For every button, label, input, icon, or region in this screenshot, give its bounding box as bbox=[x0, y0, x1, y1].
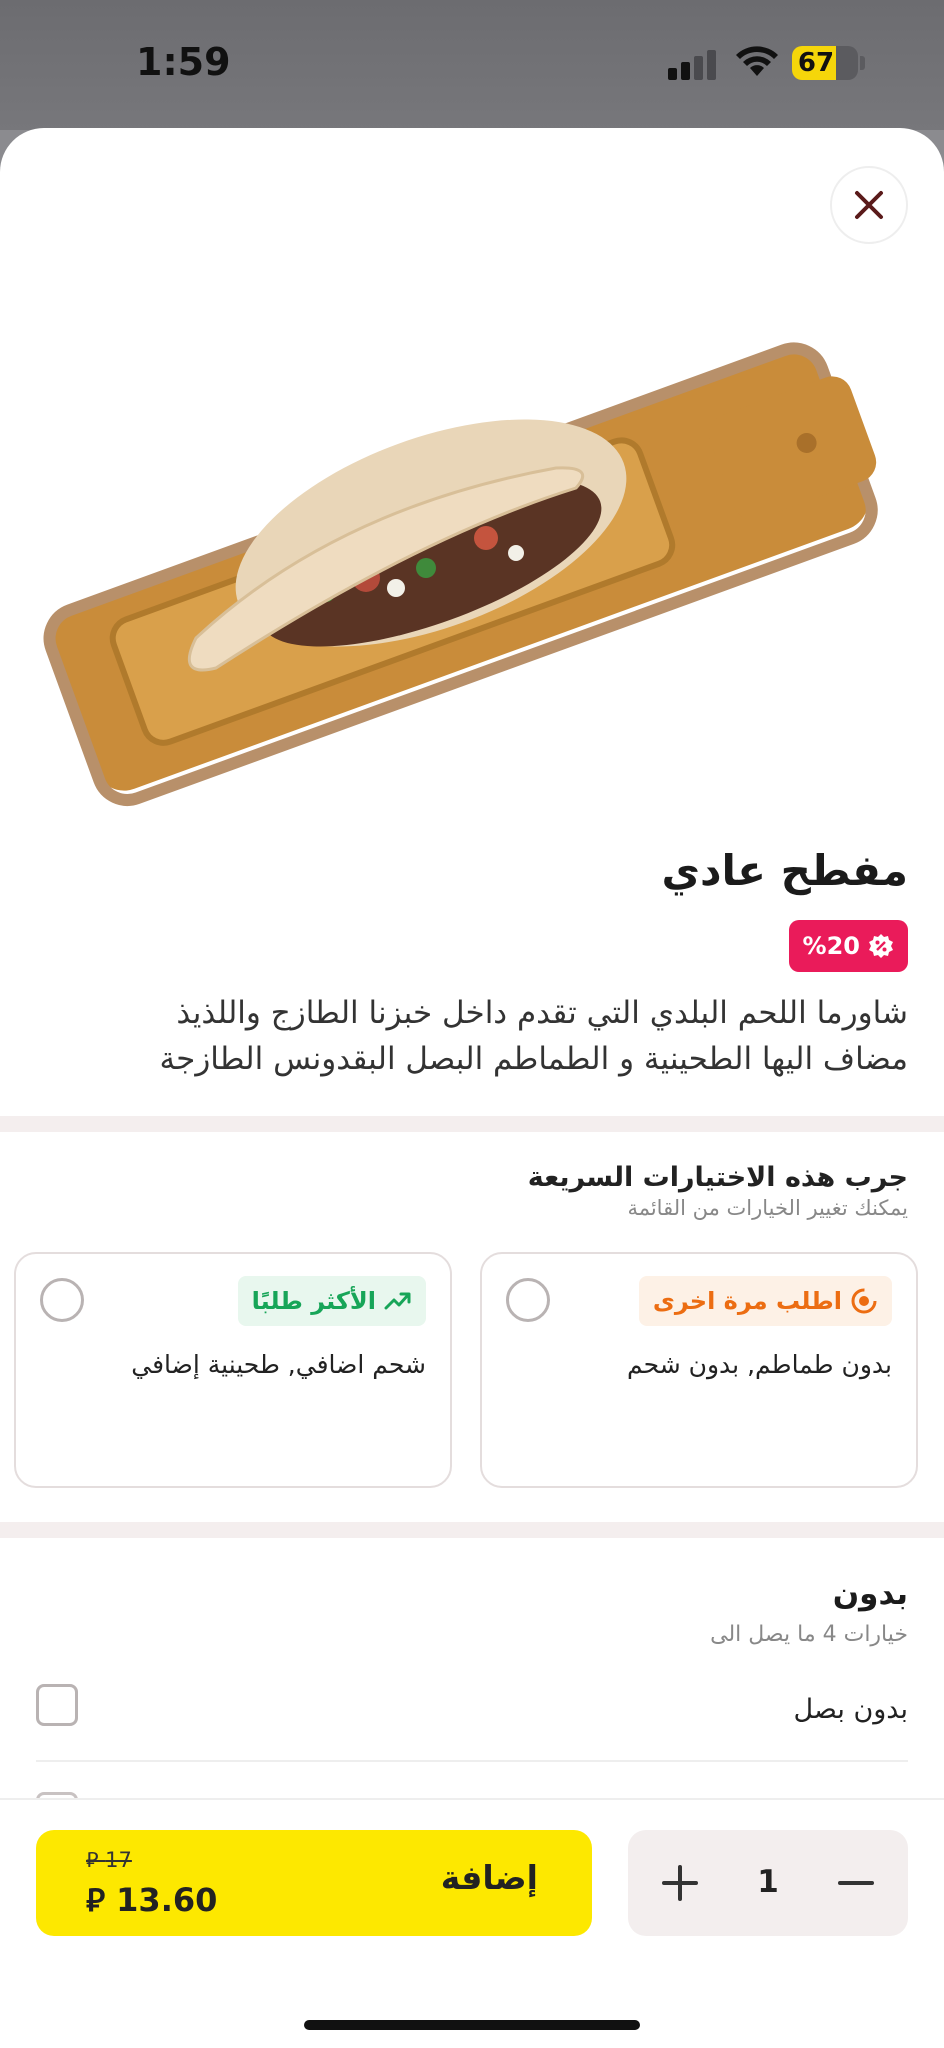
product-sheet: مفطح عادي %20 شاورما اللحم البلدي التي ت… bbox=[0, 128, 944, 2048]
popular-tag-label: الأكثر طلبًا bbox=[251, 1287, 376, 1315]
wifi-icon bbox=[736, 46, 778, 76]
home-indicator bbox=[304, 2020, 640, 2030]
battery-level: 67 bbox=[797, 48, 835, 78]
battery-nub bbox=[860, 56, 865, 70]
reorder-radio[interactable] bbox=[506, 1278, 550, 1322]
product-image bbox=[43, 342, 878, 806]
options-section-subtitle: خيارات 4 ما يصل الى bbox=[710, 1622, 908, 1647]
close-icon bbox=[855, 191, 883, 219]
battery-icon: 67 bbox=[792, 46, 858, 80]
reorder-icon bbox=[851, 1288, 877, 1314]
section-divider bbox=[0, 1116, 944, 1132]
quick-choices-title: جرب هذه الاختيارات السريعة bbox=[527, 1162, 908, 1193]
cellular-signal-icon bbox=[668, 50, 716, 80]
quick-choice-card-reorder[interactable]: اطلب مرة اخرى بدون طماطم, بدون شحم bbox=[480, 1252, 918, 1488]
close-button[interactable] bbox=[830, 166, 908, 244]
discount-text: %20 bbox=[802, 932, 860, 960]
reorder-choice-text: بدون طماطم, بدون شحم bbox=[626, 1350, 892, 1379]
quick-choices-subtitle: يمكنك تغيير الخيارات من القائمة bbox=[627, 1196, 908, 1220]
old-price: 17 ⃁ bbox=[86, 1848, 132, 1872]
options-section-title: بدون bbox=[832, 1576, 908, 1612]
option-separator bbox=[36, 1760, 908, 1762]
discount-badge: %20 bbox=[788, 920, 908, 972]
option-checkbox-no-onion[interactable] bbox=[36, 1684, 78, 1726]
reorder-tag: اطلب مرة اخرى bbox=[638, 1276, 892, 1326]
status-bar: 1:59 67 bbox=[0, 0, 944, 130]
option-label-no-onion: بدون بصل bbox=[793, 1694, 908, 1725]
add-button-label: إضافة bbox=[440, 1858, 538, 1897]
product-description: شاورما اللحم البلدي التي تقدم داخل خبزنا… bbox=[159, 995, 908, 1077]
decrease-quantity-button[interactable] bbox=[832, 1859, 880, 1907]
increase-quantity-button[interactable] bbox=[656, 1859, 704, 1907]
new-price: 13.60 ⃁ bbox=[86, 1881, 218, 1919]
discount-icon bbox=[869, 934, 893, 958]
reorder-tag-label: اطلب مرة اخرى bbox=[652, 1287, 842, 1315]
quantity-value: 1 bbox=[757, 1864, 779, 1900]
section-divider bbox=[0, 1522, 944, 1538]
popular-choice-text: شحم اضافي, طحينية إضافي bbox=[131, 1350, 426, 1379]
status-time: 1:59 bbox=[136, 40, 231, 84]
bottom-action-bar: إضافة 17 ⃁ 13.60 ⃁ 1 bbox=[0, 1798, 944, 2048]
popular-radio[interactable] bbox=[40, 1278, 84, 1322]
popular-tag: الأكثر طلبًا bbox=[237, 1276, 426, 1326]
quantity-stepper: 1 bbox=[628, 1830, 908, 1936]
quick-choice-card-popular[interactable]: الأكثر طلبًا شحم اضافي, طحينية إضافي bbox=[14, 1252, 452, 1488]
product-title: مفطح عادي bbox=[661, 846, 908, 895]
trending-up-icon bbox=[384, 1292, 411, 1310]
add-to-cart-button[interactable]: إضافة 17 ⃁ 13.60 ⃁ bbox=[36, 1830, 592, 1936]
